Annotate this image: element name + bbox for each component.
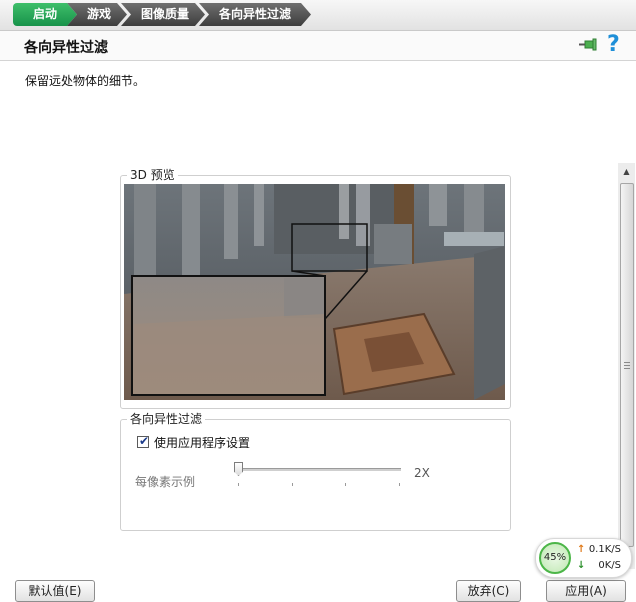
crumb-anisotropic-filtering[interactable]: 各向异性过滤	[199, 3, 311, 26]
page-description: 保留远处物体的细节。	[25, 74, 146, 88]
grip-line	[624, 368, 630, 369]
cancel-button[interactable]: 放弃(C)	[456, 580, 521, 602]
help-icon[interactable]: ?	[607, 32, 620, 57]
slider-tick	[292, 483, 293, 486]
download-speed: 0K/S	[598, 560, 621, 571]
restore-defaults-button[interactable]: 默认值(E)	[15, 580, 95, 602]
grip-line	[624, 362, 630, 363]
preview-group-title: 3D 预览	[127, 168, 178, 182]
checkmark-icon: ✔	[139, 434, 150, 448]
af-settings-group: 各向异性过滤 ✔ 使用应用程序设置 每像素示例 2X	[120, 412, 511, 531]
samples-per-pixel-label: 每像素示例	[135, 475, 196, 489]
crumb-start[interactable]: 启动	[13, 3, 77, 26]
use-app-settings-label[interactable]: 使用应用程序设置	[154, 434, 250, 451]
page-title: 各向异性过滤	[24, 40, 108, 56]
preview-group: 3D 预览	[120, 168, 511, 409]
af-group-title: 各向异性过滤	[127, 412, 206, 426]
cpu-percent-indicator: 45%	[539, 542, 571, 574]
slider-tick	[399, 483, 400, 486]
samples-slider-thumb[interactable]	[234, 462, 243, 476]
samples-slider-track[interactable]	[238, 468, 401, 471]
download-arrow-icon: ↓	[577, 560, 586, 571]
scroll-up-icon[interactable]: ▲	[618, 163, 635, 180]
use-app-settings-checkbox[interactable]: ✔	[137, 434, 150, 448]
crumb-image-quality[interactable]: 图像质量	[121, 3, 205, 26]
network-speed-widget[interactable]: 45% ↑ 0.1K/S ↓ 0K/S	[535, 538, 632, 578]
grip-line	[624, 365, 630, 366]
slider-tick	[345, 483, 346, 486]
vertical-scrollbar[interactable]: ▲ ▼	[618, 163, 635, 569]
pin-icon[interactable]	[578, 37, 598, 53]
page-header: 各向异性过滤 ?	[0, 31, 636, 61]
samples-slider-value: 2X	[414, 466, 430, 480]
upload-arrow-icon: ↑	[577, 544, 586, 555]
apply-button[interactable]: 应用(A)	[546, 580, 626, 602]
preview-image	[124, 184, 505, 400]
scroll-thumb[interactable]	[620, 183, 634, 547]
upload-speed: 0.1K/S	[588, 544, 621, 555]
breadcrumb: 启动 游戏 图像质量 各向异性过滤	[0, 0, 636, 31]
slider-tick	[238, 483, 239, 486]
